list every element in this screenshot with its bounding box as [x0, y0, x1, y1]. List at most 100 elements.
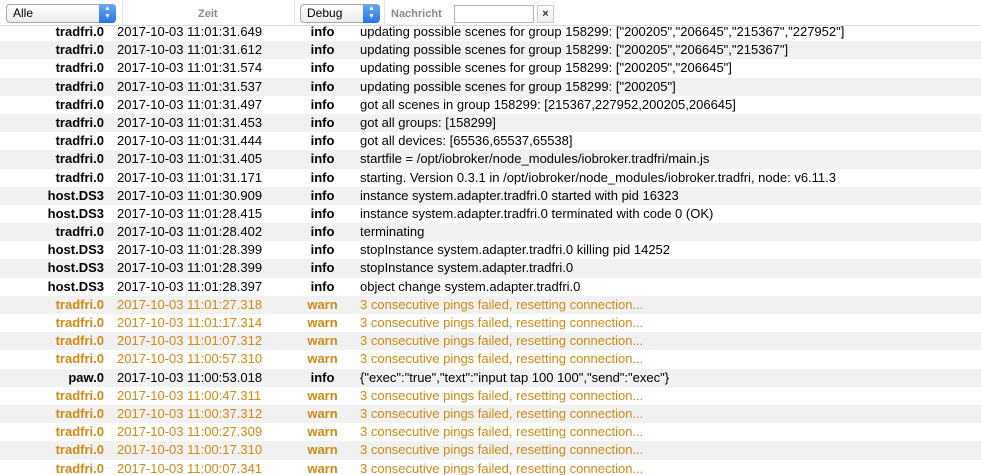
log-row: tradfri.0 2017-10-03 11:01:31.497 info got … — [0, 96, 981, 114]
log-time: 2017-10-03 11:00:07.341 — [117, 460, 263, 475]
log-message: got all devices: [65536,65537,65538] — [360, 133, 573, 149]
log-source: host.DS3 — [47, 242, 104, 258]
log-message: starting. Version 0.3.1 in /opt/iobroker… — [360, 169, 836, 185]
log-message: {"exec":"true","text":"input tap 100 100… — [360, 369, 670, 385]
log-time: 2017-10-03 11:01:07.312 — [117, 333, 263, 349]
log-source: tradfri.0 — [55, 133, 104, 149]
log-row: tradfri.0 2017-10-03 11:01:31.649 info upda… — [0, 23, 981, 41]
log-source: host.DS3 — [47, 187, 104, 203]
log-time: 2017-10-03 11:01:28.399 — [117, 242, 263, 258]
log-level: info — [310, 114, 335, 130]
log-message: 3 consecutive pings failed, resetting co… — [360, 296, 644, 312]
select-arrows-icon: ▲ ▼ — [363, 4, 380, 23]
log-level: info — [310, 96, 335, 112]
log-source: tradfri.0 — [55, 151, 104, 167]
log-time: 2017-10-03 11:01:31.612 — [117, 42, 263, 58]
log-row: tradfri.0 2017-10-03 11:00:57.310 warn 3 co… — [0, 350, 981, 368]
log-time: 2017-10-03 11:01:31.444 — [117, 133, 263, 149]
log-source: tradfri.0 — [55, 60, 104, 76]
log-row: host.DS3 2017-10-03 11:01:28.397 info objec… — [0, 278, 981, 296]
log-row: tradfri.0 2017-10-03 11:00:37.312 warn 3 co… — [0, 404, 981, 424]
log-time: 2017-10-03 11:01:28.402 — [117, 224, 263, 240]
log-level: warn — [307, 405, 338, 421]
log-level: info — [310, 278, 335, 294]
log-source: tradfri.0 — [55, 78, 104, 94]
log-row: tradfri.0 2017-10-03 11:01:28.402 info term… — [0, 223, 981, 242]
log-time: 2017-10-03 11:00:53.018 — [117, 369, 263, 385]
log-source: tradfri.0 — [55, 114, 104, 130]
log-level: info — [310, 169, 335, 185]
log-level: info — [310, 133, 335, 149]
log-row: tradfri.0 2017-10-03 11:01:31.444 info got … — [0, 132, 981, 150]
log-source: host.DS3 — [47, 205, 104, 221]
log-message: 3 consecutive pings failed, resetting co… — [360, 442, 644, 458]
log-level: warn — [307, 296, 338, 312]
log-row: host.DS3 2017-10-03 11:01:28.415 info insta… — [0, 205, 981, 223]
log-time: 2017-10-03 11:00:57.310 — [117, 351, 263, 367]
log-message: instance system.adapter.tradfri.0 starte… — [360, 187, 679, 203]
log-level: info — [310, 369, 335, 385]
log-source: tradfri.0 — [55, 333, 104, 349]
log-message: got all groups: [158299] — [360, 114, 496, 130]
log-message: got all scenes in group 158299: [215367,… — [360, 96, 736, 112]
log-level: info — [310, 24, 335, 39]
log-level: info — [310, 242, 335, 258]
log-row: tradfri.0 2017-10-03 11:00:17.310 warn 3 co… — [0, 441, 981, 460]
log-message: 3 consecutive pings failed, resetting co… — [360, 424, 644, 440]
log-time: 2017-10-03 11:01:31.171 — [117, 169, 263, 185]
log-row: tradfri.0 2017-10-03 11:01:31.453 info got … — [0, 113, 981, 133]
log-message: terminating — [360, 224, 425, 240]
log-time: 2017-10-03 11:01:31.649 — [117, 24, 263, 39]
log-level: info — [310, 224, 335, 240]
log-source: host.DS3 — [47, 260, 104, 276]
log-level: warn — [307, 387, 338, 403]
log-row: tradfri.0 2017-10-03 11:01:31.171 info star… — [0, 169, 981, 187]
log-source: tradfri.0 — [55, 315, 104, 330]
log-message: 3 consecutive pings failed, resetting co… — [360, 460, 644, 475]
log-table: tradfri.0 2017-10-03 11:01:31.649 info upda… — [0, 23, 981, 475]
log-level: warn — [307, 333, 338, 349]
message-filter-input[interactable] — [454, 5, 534, 23]
log-message: stopInstance system.adapter.tradfri.0 — [360, 260, 574, 276]
log-time: 2017-10-03 11:01:31.453 — [117, 114, 263, 130]
log-source: tradfri.0 — [55, 296, 104, 312]
log-message: 3 consecutive pings failed, resetting co… — [360, 333, 644, 349]
log-row: tradfri.0 2017-10-03 11:01:31.612 info upda… — [0, 41, 981, 60]
log-time: 2017-10-03 11:01:28.415 — [117, 205, 263, 221]
log-source: tradfri.0 — [55, 224, 104, 240]
level-filter-value: Debug — [307, 6, 343, 20]
log-row: tradfri.0 2017-10-03 11:01:17.314 warn 3 co… — [0, 314, 981, 332]
log-message: startfile = /opt/iobroker/node_modules/i… — [360, 151, 710, 167]
log-time: 2017-10-03 11:01:31.574 — [117, 60, 263, 76]
log-source: tradfri.0 — [55, 42, 104, 58]
log-level: info — [310, 42, 335, 58]
log-time: 2017-10-03 11:01:30.909 — [117, 187, 263, 203]
log-message: 3 consecutive pings failed, resetting co… — [360, 315, 644, 330]
level-filter-select[interactable]: Debug ▲ ▼ — [300, 4, 380, 23]
log-time: 2017-10-03 11:01:17.314 — [117, 315, 263, 330]
log-message: instance system.adapter.tradfri.0 termin… — [360, 205, 714, 221]
log-time: 2017-10-03 11:01:31.537 — [117, 78, 263, 94]
log-level: info — [310, 151, 335, 167]
log-row: paw.0 2017-10-03 11:00:53.018 info {"exec":… — [0, 368, 981, 387]
log-message: 3 consecutive pings failed, resetting co… — [360, 351, 644, 367]
log-row: tradfri.0 2017-10-03 11:01:31.405 info star… — [0, 150, 981, 169]
select-arrows-icon: ▲ ▼ — [99, 4, 116, 23]
source-filter-select[interactable]: Alle ▲ ▼ — [6, 4, 116, 23]
log-level: info — [310, 260, 335, 276]
log-row: tradfri.0 2017-10-03 11:00:47.311 warn 3 co… — [0, 387, 981, 405]
log-level: warn — [307, 315, 338, 330]
clear-filter-button[interactable]: × — [537, 5, 554, 23]
log-source: tradfri.0 — [55, 405, 104, 421]
log-source: tradfri.0 — [55, 96, 104, 112]
log-message: updating possible scenes for group 15829… — [360, 78, 676, 94]
log-time: 2017-10-03 11:00:17.310 — [117, 442, 263, 458]
log-message: updating possible scenes for group 15829… — [360, 42, 789, 58]
log-source: tradfri.0 — [55, 351, 104, 367]
log-message: updating possible scenes for group 15829… — [360, 24, 845, 39]
log-row: tradfri.0 2017-10-03 11:01:07.312 warn 3 co… — [0, 332, 981, 351]
log-time: 2017-10-03 11:00:47.311 — [117, 387, 262, 403]
log-source: tradfri.0 — [55, 24, 104, 39]
log-time: 2017-10-03 11:01:28.397 — [117, 278, 263, 294]
log-level: info — [310, 78, 335, 94]
